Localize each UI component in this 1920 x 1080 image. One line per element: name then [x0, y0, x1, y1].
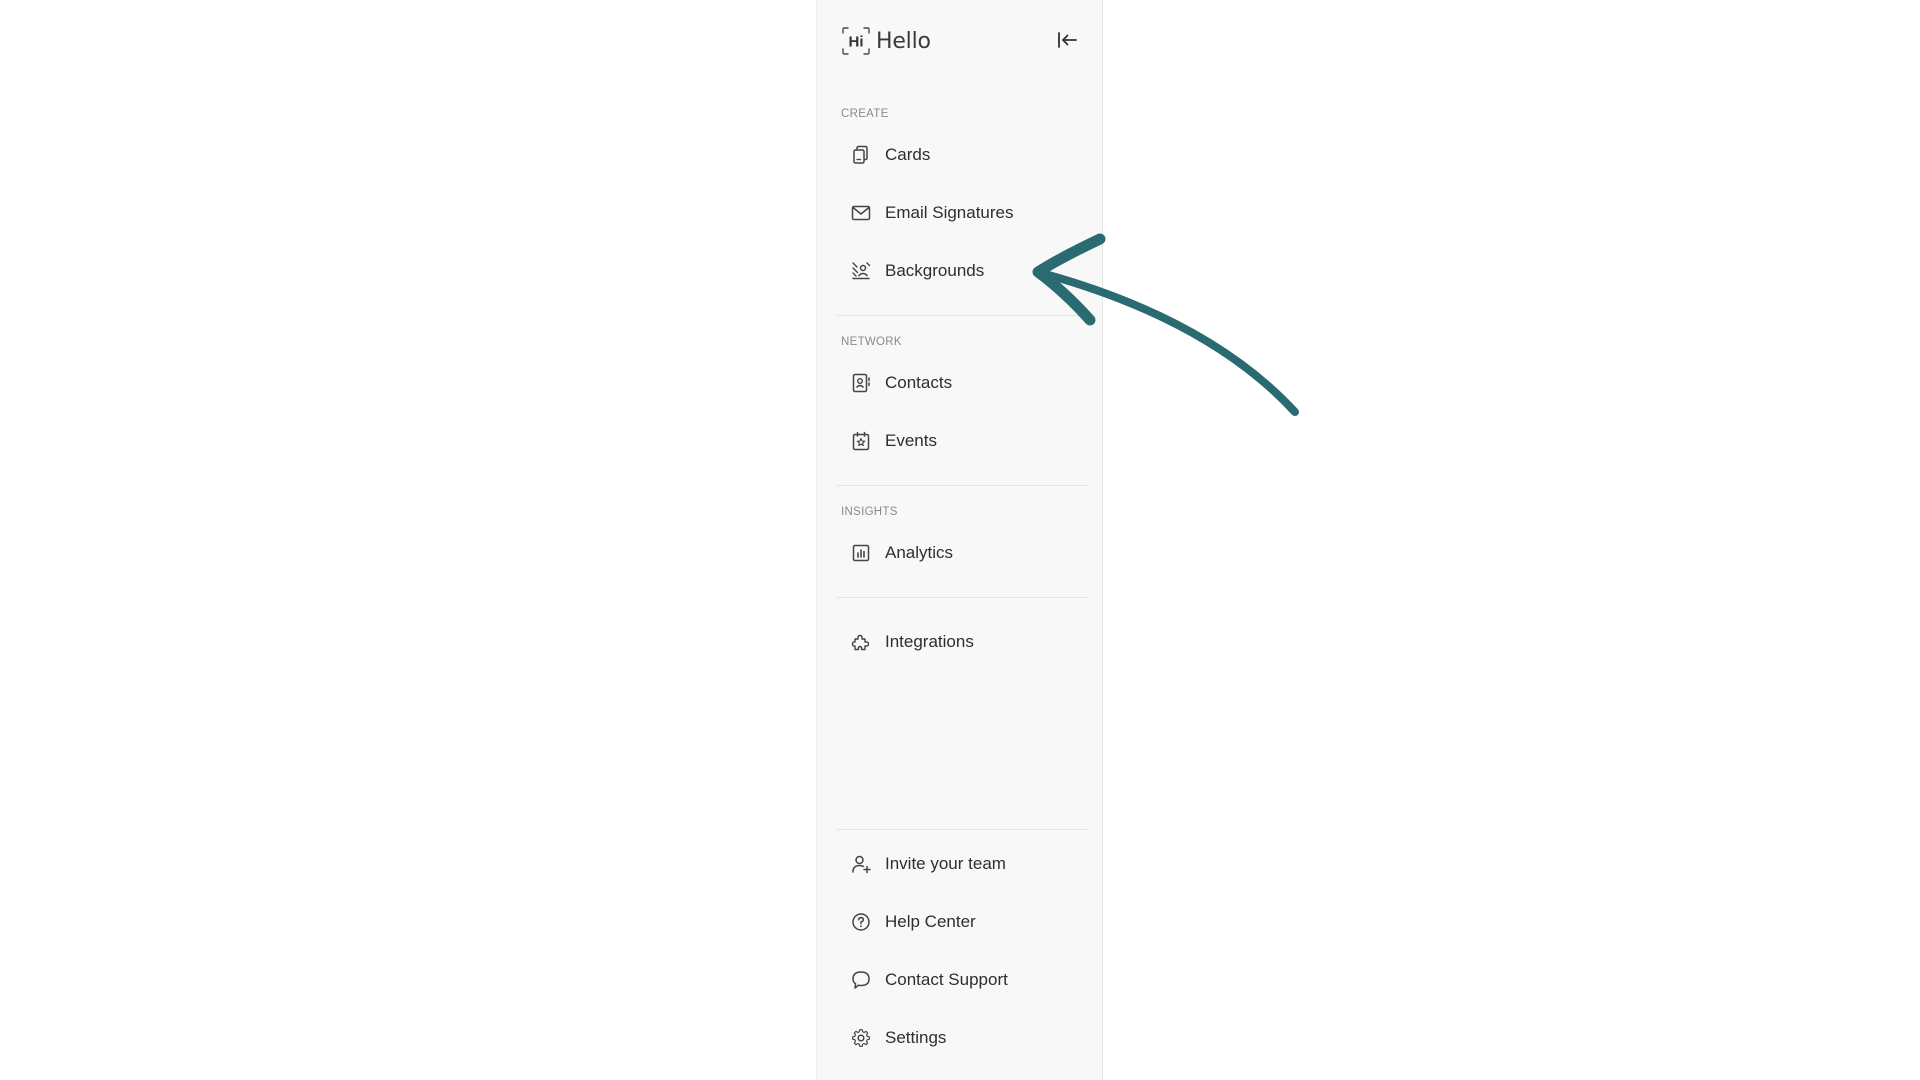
sidebar-item-label: Cards — [885, 145, 931, 164]
add-user-icon — [849, 852, 873, 876]
sidebar-item-label: Contact Support — [885, 970, 1008, 989]
help-circle-icon — [849, 910, 873, 934]
contacts-icon — [849, 371, 873, 395]
chat-bubble-icon — [849, 968, 873, 992]
logo-mark-text: Hi — [849, 34, 864, 51]
sidebar-item-backgrounds[interactable]: Backgrounds — [835, 249, 1085, 293]
sidebar-item-help-center[interactable]: Help Center — [835, 900, 1085, 944]
mail-icon — [849, 201, 873, 225]
sidebar-item-settings[interactable]: Settings — [835, 1016, 1085, 1060]
sidebar-item-integrations[interactable]: Integrations — [835, 620, 1085, 664]
sidebar: Hi Hello CREATE Cards Email Signatures B… — [816, 0, 1103, 1080]
sidebar-item-label: Analytics — [885, 543, 954, 562]
divider — [837, 597, 1088, 598]
divider — [837, 315, 1088, 316]
sidebar-header: Hi Hello — [817, 0, 1104, 80]
cards-icon — [849, 143, 873, 167]
sidebar-item-label: Email Signatures — [885, 203, 1014, 222]
sidebar-item-label: Help Center — [885, 912, 976, 931]
sidebar-item-cards[interactable]: Cards — [835, 133, 1085, 177]
backgrounds-icon — [849, 259, 873, 283]
sidebar-item-analytics[interactable]: Analytics — [835, 531, 1085, 575]
analytics-icon — [849, 541, 873, 565]
sidebar-item-label: Integrations — [885, 632, 974, 651]
app-logo[interactable]: Hi Hello — [841, 25, 931, 57]
sidebar-item-label: Contacts — [885, 373, 953, 392]
screen: Hi Hello CREATE Cards Email Signatures B… — [0, 0, 1920, 1080]
sidebar-item-label: Invite your team — [885, 854, 1006, 873]
section-label-insights: INSIGHTS — [841, 506, 898, 518]
divider — [837, 485, 1088, 486]
sidebar-item-contact-support[interactable]: Contact Support — [835, 958, 1085, 1002]
sidebar-item-label: Backgrounds — [885, 261, 985, 280]
sidebar-item-contacts[interactable]: Contacts — [835, 361, 1085, 405]
gear-icon — [849, 1026, 873, 1050]
sidebar-item-events[interactable]: Events — [835, 419, 1085, 463]
logo-mark: Hi — [842, 27, 870, 55]
collapse-sidebar-button[interactable] — [1054, 27, 1080, 53]
sidebar-item-label: Events — [885, 431, 937, 450]
section-label-create: CREATE — [841, 108, 889, 120]
section-label-network: NETWORK — [841, 336, 902, 348]
divider — [837, 829, 1088, 830]
collapse-sidebar-icon — [1058, 32, 1077, 48]
sidebar-item-label: Settings — [885, 1028, 947, 1047]
puzzle-icon — [849, 630, 873, 654]
sidebar-item-invite-team[interactable]: Invite your team — [835, 842, 1085, 886]
sidebar-item-email-signatures[interactable]: Email Signatures — [835, 191, 1085, 235]
logo-text: Hello — [876, 28, 931, 54]
calendar-star-icon — [849, 429, 873, 453]
